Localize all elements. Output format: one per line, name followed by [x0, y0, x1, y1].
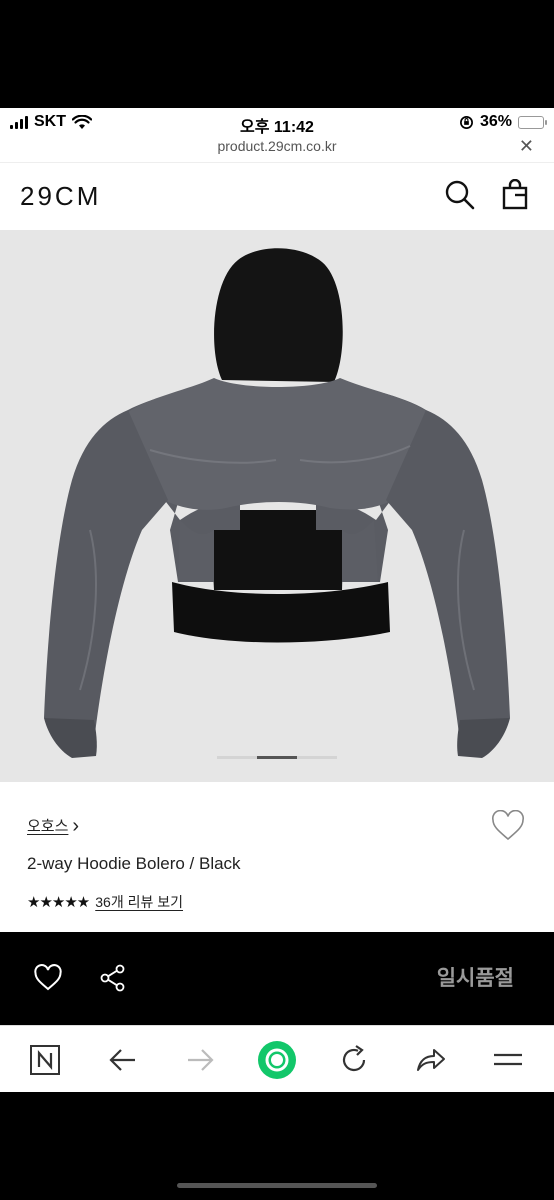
- phone-screen: SKT 오후 11:42 36% product.29cm.co.kr ✕ 29…: [0, 0, 554, 1200]
- header-icons: [444, 178, 532, 211]
- carousel-indicator: [217, 756, 337, 759]
- heart-outline-icon[interactable]: [490, 809, 526, 842]
- share-icon[interactable]: [98, 963, 128, 993]
- battery-icon: [518, 115, 547, 129]
- product-rating: ★★★★★ 36개 리뷰 보기: [27, 892, 183, 912]
- orientation-lock-icon: [460, 115, 473, 129]
- chevron-right-icon: ›: [72, 814, 80, 837]
- product-info: 오호스 › 2-way Hoodie Bolero / Black ★★★★★ …: [0, 782, 554, 932]
- site-header: 29CM: [0, 162, 554, 230]
- home-indicator[interactable]: [177, 1183, 377, 1188]
- heart-icon[interactable]: [33, 964, 63, 992]
- naver-home-icon[interactable]: [29, 1044, 61, 1076]
- star-rating: ★★★★★: [27, 894, 90, 911]
- site-logo[interactable]: 29CM: [20, 181, 101, 212]
- brand-name[interactable]: 오호스: [27, 815, 68, 836]
- green-dot-icon[interactable]: [257, 1040, 297, 1080]
- status-bar: SKT 오후 11:42 36%: [0, 108, 554, 136]
- back-arrow-icon[interactable]: [107, 1044, 139, 1076]
- product-title: 2-way Hoodie Bolero / Black: [27, 854, 241, 873]
- share-forward-icon[interactable]: [414, 1044, 446, 1076]
- refresh-icon[interactable]: [338, 1044, 370, 1076]
- product-photo-hoodie-bolero: [44, 248, 510, 758]
- status-right: 36%: [459, 113, 547, 131]
- carousel-active-dot: [256, 756, 297, 759]
- shopping-bag-icon[interactable]: [500, 178, 532, 211]
- sold-out-button[interactable]: 일시품절: [437, 962, 514, 992]
- forward-arrow-icon[interactable]: [184, 1044, 216, 1076]
- purchase-action-bar: 일시품절: [0, 932, 554, 1025]
- brand-link[interactable]: 오호스 ›: [27, 815, 79, 836]
- url-text[interactable]: product.29cm.co.kr: [0, 136, 554, 156]
- browser-toolbar: [0, 1025, 554, 1092]
- search-icon[interactable]: [444, 179, 476, 211]
- menu-icon[interactable]: [492, 1044, 524, 1076]
- product-image-carousel[interactable]: [0, 230, 554, 782]
- url-bar[interactable]: product.29cm.co.kr ✕: [0, 136, 554, 162]
- close-icon[interactable]: ✕: [519, 136, 534, 156]
- review-link[interactable]: 36개 리뷰 보기: [95, 892, 183, 912]
- battery-percent: 36%: [479, 113, 512, 130]
